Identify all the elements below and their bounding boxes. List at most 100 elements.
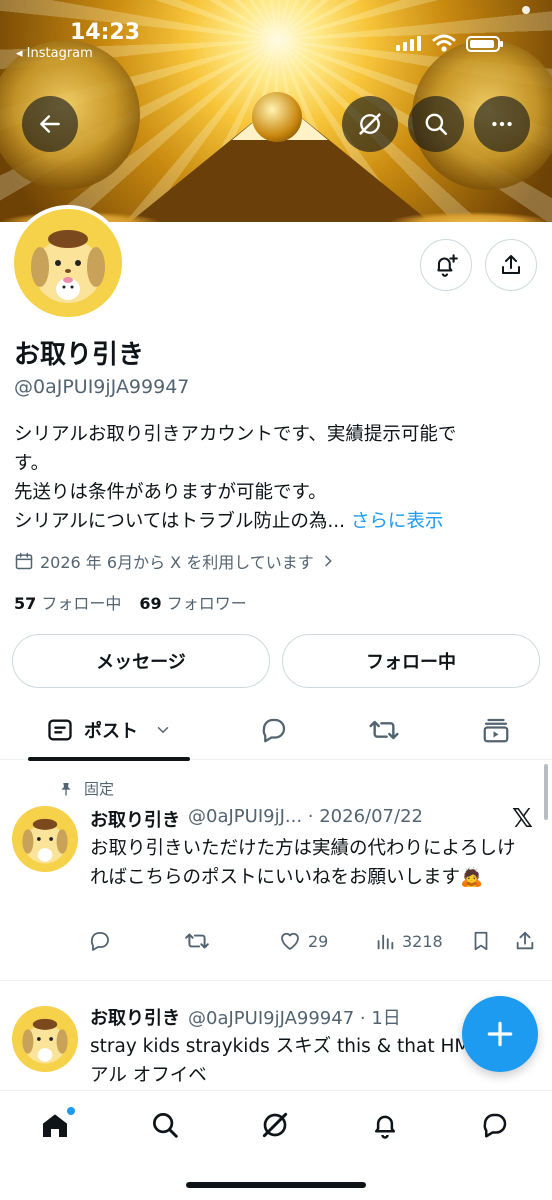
back-arrow-icon <box>40 115 60 133</box>
bell-icon <box>375 1115 395 1139</box>
profile-name: お取り引き <box>14 340 145 370</box>
nav-search[interactable] <box>143 1103 187 1147</box>
more-button[interactable] <box>474 96 530 152</box>
following-stat[interactable]: 57 フォロー中 <box>14 590 121 614</box>
post-author-name[interactable]: お取り引き <box>90 1004 180 1030</box>
nav-grok[interactable] <box>253 1103 297 1147</box>
nav-home[interactable] <box>33 1103 77 1147</box>
tab-posts-label: ポスト <box>84 721 138 742</box>
battery-icon <box>466 36 503 52</box>
bookmark-icon <box>474 931 488 951</box>
post-avatar[interactable] <box>12 806 78 872</box>
home-icon <box>43 1114 67 1137</box>
nav-messages[interactable] <box>473 1103 517 1147</box>
chevron-down-icon <box>157 727 169 734</box>
followers-count: 69 <box>139 594 162 613</box>
pinned-label: 固定 <box>84 780 115 798</box>
x-logo-icon: 𝕏 <box>512 804 533 834</box>
media-icon <box>483 718 509 743</box>
scrollbar[interactable] <box>544 764 548 820</box>
banner-orb <box>252 92 302 142</box>
chevron-right-icon <box>325 555 332 567</box>
search-icon <box>153 1113 178 1138</box>
profile-avatar[interactable] <box>10 205 126 321</box>
grok-icon <box>262 1112 288 1138</box>
bio-line: す。 <box>14 453 50 474</box>
pompompurin-avatar-icon <box>31 230 105 303</box>
notification-dot <box>67 1107 75 1115</box>
back-button[interactable] <box>22 96 78 152</box>
reply-icon <box>262 718 286 743</box>
bookmark-button[interactable] <box>470 926 492 956</box>
reply-icon <box>90 932 109 951</box>
bio-show-more-link[interactable]: さらに表示 <box>351 511 444 532</box>
following-button[interactable]: フォロー中 <box>282 634 540 688</box>
joined-date[interactable]: 2026 年 6月から X を利用しています <box>14 549 336 573</box>
wifi-icon <box>432 34 456 52</box>
share-icon <box>516 931 534 950</box>
profile-tabs: ポスト <box>0 700 552 761</box>
pompompurin-avatar-icon <box>22 1018 68 1064</box>
joined-text: 2026 年 6月から X を利用しています <box>40 553 314 572</box>
post-text[interactable]: お取り引きいただけた方は実績の代わりによろしければこちらのポストにいいねをお願い… <box>90 834 530 892</box>
profile-bio: シリアルお取り引きアカウントです、実績提示可能で す。 先送りは条件がありますが… <box>14 420 534 536</box>
more-icon <box>492 121 512 127</box>
repost-icon <box>185 933 209 949</box>
like-count: 29 <box>308 931 329 951</box>
views-icon <box>377 934 394 950</box>
repost-button[interactable] <box>184 926 210 956</box>
posts-icon <box>48 719 72 741</box>
share-profile-button[interactable] <box>485 239 537 291</box>
following-label: フォロー中 <box>41 594 122 613</box>
active-tab-indicator <box>28 757 190 761</box>
post-meta: @0aJPUI9jJA99947 · 1日 <box>188 1008 401 1029</box>
status-bar: 14:23 ◂ Instagram <box>0 0 552 61</box>
pinned-indicator: 固定 <box>58 778 114 799</box>
reply-button[interactable] <box>88 926 112 956</box>
tab-reposts[interactable] <box>356 700 412 760</box>
post-author-name[interactable]: お取り引き <box>90 806 180 832</box>
post-meta: @0aJPUI9jJ... · 2026/07/22 <box>188 806 423 827</box>
bio-line: 先送りは条件がありますが可能です。 <box>14 482 327 503</box>
post-divider <box>0 980 552 981</box>
home-indicator <box>186 1182 366 1188</box>
post-header: お取り引き @0aJPUI9jJA99947 · 1日 <box>90 1004 401 1030</box>
notify-button[interactable] <box>420 239 472 291</box>
nav-notifications[interactable] <box>363 1103 407 1147</box>
status-time: 14:23 <box>70 20 141 45</box>
views-button[interactable]: 3218 <box>374 926 443 956</box>
message-button[interactable]: メッセージ <box>12 634 270 688</box>
followers-label: フォロワー <box>166 594 247 613</box>
following-count: 57 <box>14 594 37 613</box>
back-to-app-link[interactable]: ◂ Instagram <box>16 46 93 61</box>
share-post-button[interactable] <box>514 926 536 956</box>
tab-media[interactable] <box>468 700 524 760</box>
calendar-icon <box>15 552 33 570</box>
pin-icon <box>61 782 71 796</box>
compose-button[interactable] <box>462 996 538 1072</box>
post-avatar[interactable] <box>12 1006 78 1072</box>
tab-replies[interactable] <box>246 700 302 760</box>
messages-icon <box>483 1113 507 1138</box>
repost-icon <box>369 720 399 740</box>
bio-line: シリアルお取り引きアカウントです、実績提示可能で <box>14 424 457 445</box>
signal-icon <box>396 36 421 51</box>
search-button[interactable] <box>408 96 464 152</box>
camera-indicator <box>522 6 530 14</box>
followers-stat[interactable]: 69 フォロワー <box>139 590 246 614</box>
heart-icon <box>281 932 299 950</box>
post-actions: 29 3218 <box>88 926 540 956</box>
share-icon <box>502 255 520 274</box>
like-button[interactable]: 29 <box>278 926 328 956</box>
bio-line-text: シリアルについてはトラブル防止の為... <box>14 511 351 532</box>
view-count: 3218 <box>402 931 443 951</box>
avatar-image <box>14 209 122 317</box>
grok-icon <box>359 113 381 135</box>
grok-button[interactable] <box>342 96 398 152</box>
tab-posts[interactable]: ポスト <box>28 700 190 761</box>
profile-handle: @0aJPUI9jJA99947 <box>14 376 190 398</box>
plus-icon <box>487 1021 513 1047</box>
bio-line: シリアルについてはトラブル防止の為... さらに表示 <box>14 507 534 536</box>
bell-plus-icon <box>437 254 458 277</box>
follow-stats: 57 フォロー中 69 フォロワー <box>14 590 247 614</box>
